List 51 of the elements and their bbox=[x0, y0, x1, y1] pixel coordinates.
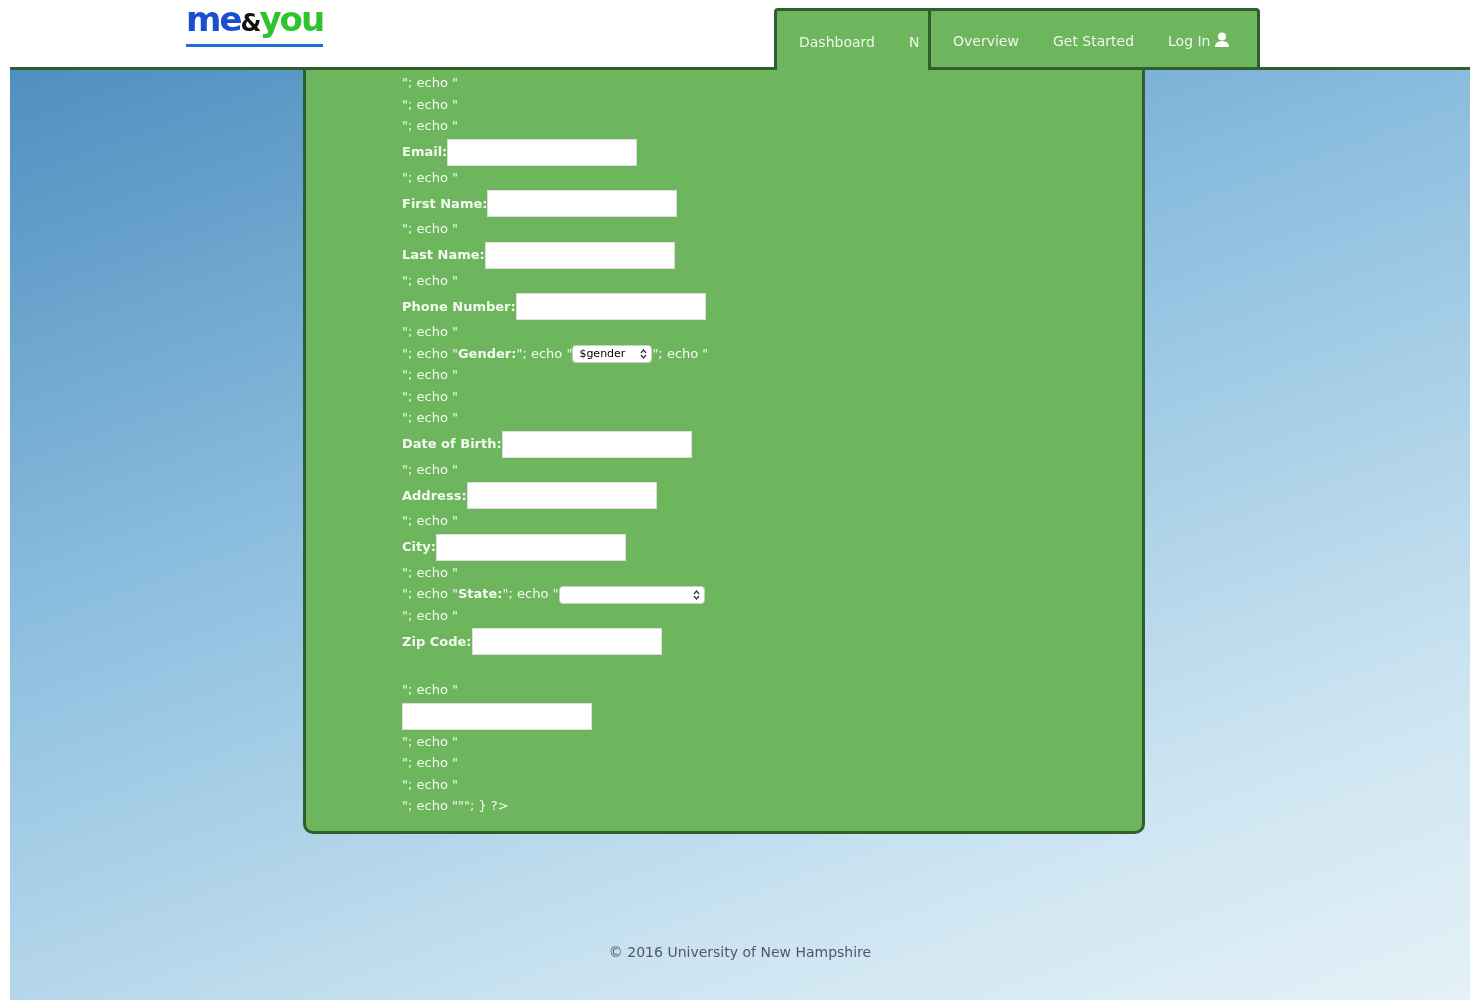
input-field[interactable] bbox=[484, 241, 675, 269]
select-dropdown[interactable] bbox=[558, 585, 705, 604]
nav-link[interactable]: Overview bbox=[953, 26, 1019, 52]
input-field[interactable] bbox=[471, 628, 662, 655]
echo-text: "; echo " bbox=[402, 117, 459, 135]
echo-text: "; echo " bbox=[402, 732, 459, 751]
echo-text: "; echo " bbox=[402, 409, 459, 427]
input-field[interactable] bbox=[501, 430, 692, 458]
updown-arrows-icon bbox=[640, 349, 648, 359]
echo-text: "; echo " bbox=[652, 345, 709, 361]
echo-text: "; echo " bbox=[402, 563, 459, 582]
echo-text: "; echo " bbox=[402, 681, 459, 699]
input-field[interactable] bbox=[515, 293, 706, 320]
echo-text: "; echo "State:"; echo " bbox=[402, 586, 559, 601]
footer-text: © 2016 University of New Hampshire bbox=[607, 943, 873, 962]
nav-link[interactable]: Log In bbox=[1168, 26, 1229, 52]
field-label: Date of Birth: bbox=[402, 435, 502, 454]
field-label: Email: bbox=[402, 143, 448, 162]
echo-text: "; echo " bbox=[402, 387, 459, 406]
echo-text: "; echo " bbox=[402, 606, 459, 625]
input-field[interactable] bbox=[435, 533, 626, 561]
echo-text: "; echo " bbox=[402, 95, 459, 114]
input-field[interactable] bbox=[447, 138, 638, 166]
nav-link[interactable]: N bbox=[908, 28, 920, 53]
echo-text: "; echo "Gender:"; echo " bbox=[402, 345, 573, 361]
echo-text: "; echo " bbox=[402, 220, 459, 238]
input-field[interactable] bbox=[466, 482, 657, 509]
echo-text: "; echo """; } ?> bbox=[402, 797, 510, 815]
echo-text: "; echo " bbox=[402, 168, 459, 187]
field-label: Phone Number: bbox=[402, 297, 516, 316]
echo-text: "; echo " bbox=[402, 460, 459, 479]
field-label: Last Name: bbox=[402, 246, 485, 265]
updown-arrows-icon bbox=[692, 589, 700, 600]
echo-text: "; echo " bbox=[402, 366, 459, 384]
field-label: City: bbox=[402, 538, 436, 557]
field-label: Zip Code: bbox=[402, 632, 472, 651]
field-label: Address: bbox=[402, 486, 467, 505]
user-icon bbox=[1214, 31, 1229, 47]
field-label: First Name: bbox=[402, 194, 488, 213]
logo[interactable]: me&you bbox=[186, 2, 324, 47]
nav-link[interactable]: Get Started bbox=[1052, 26, 1135, 52]
select-dropdown[interactable]: $gender bbox=[572, 345, 653, 363]
input-field[interactable] bbox=[402, 702, 592, 730]
nav-link[interactable]: Dashboard bbox=[799, 28, 875, 53]
echo-text: "; echo " bbox=[402, 74, 459, 92]
input-field[interactable] bbox=[487, 190, 678, 217]
echo-text: "; echo " bbox=[402, 271, 459, 290]
echo-text: "; echo " bbox=[402, 775, 459, 794]
echo-text: "; echo " bbox=[402, 512, 459, 530]
echo-text: "; echo " bbox=[402, 323, 459, 341]
echo-text: "; echo " bbox=[402, 754, 459, 772]
